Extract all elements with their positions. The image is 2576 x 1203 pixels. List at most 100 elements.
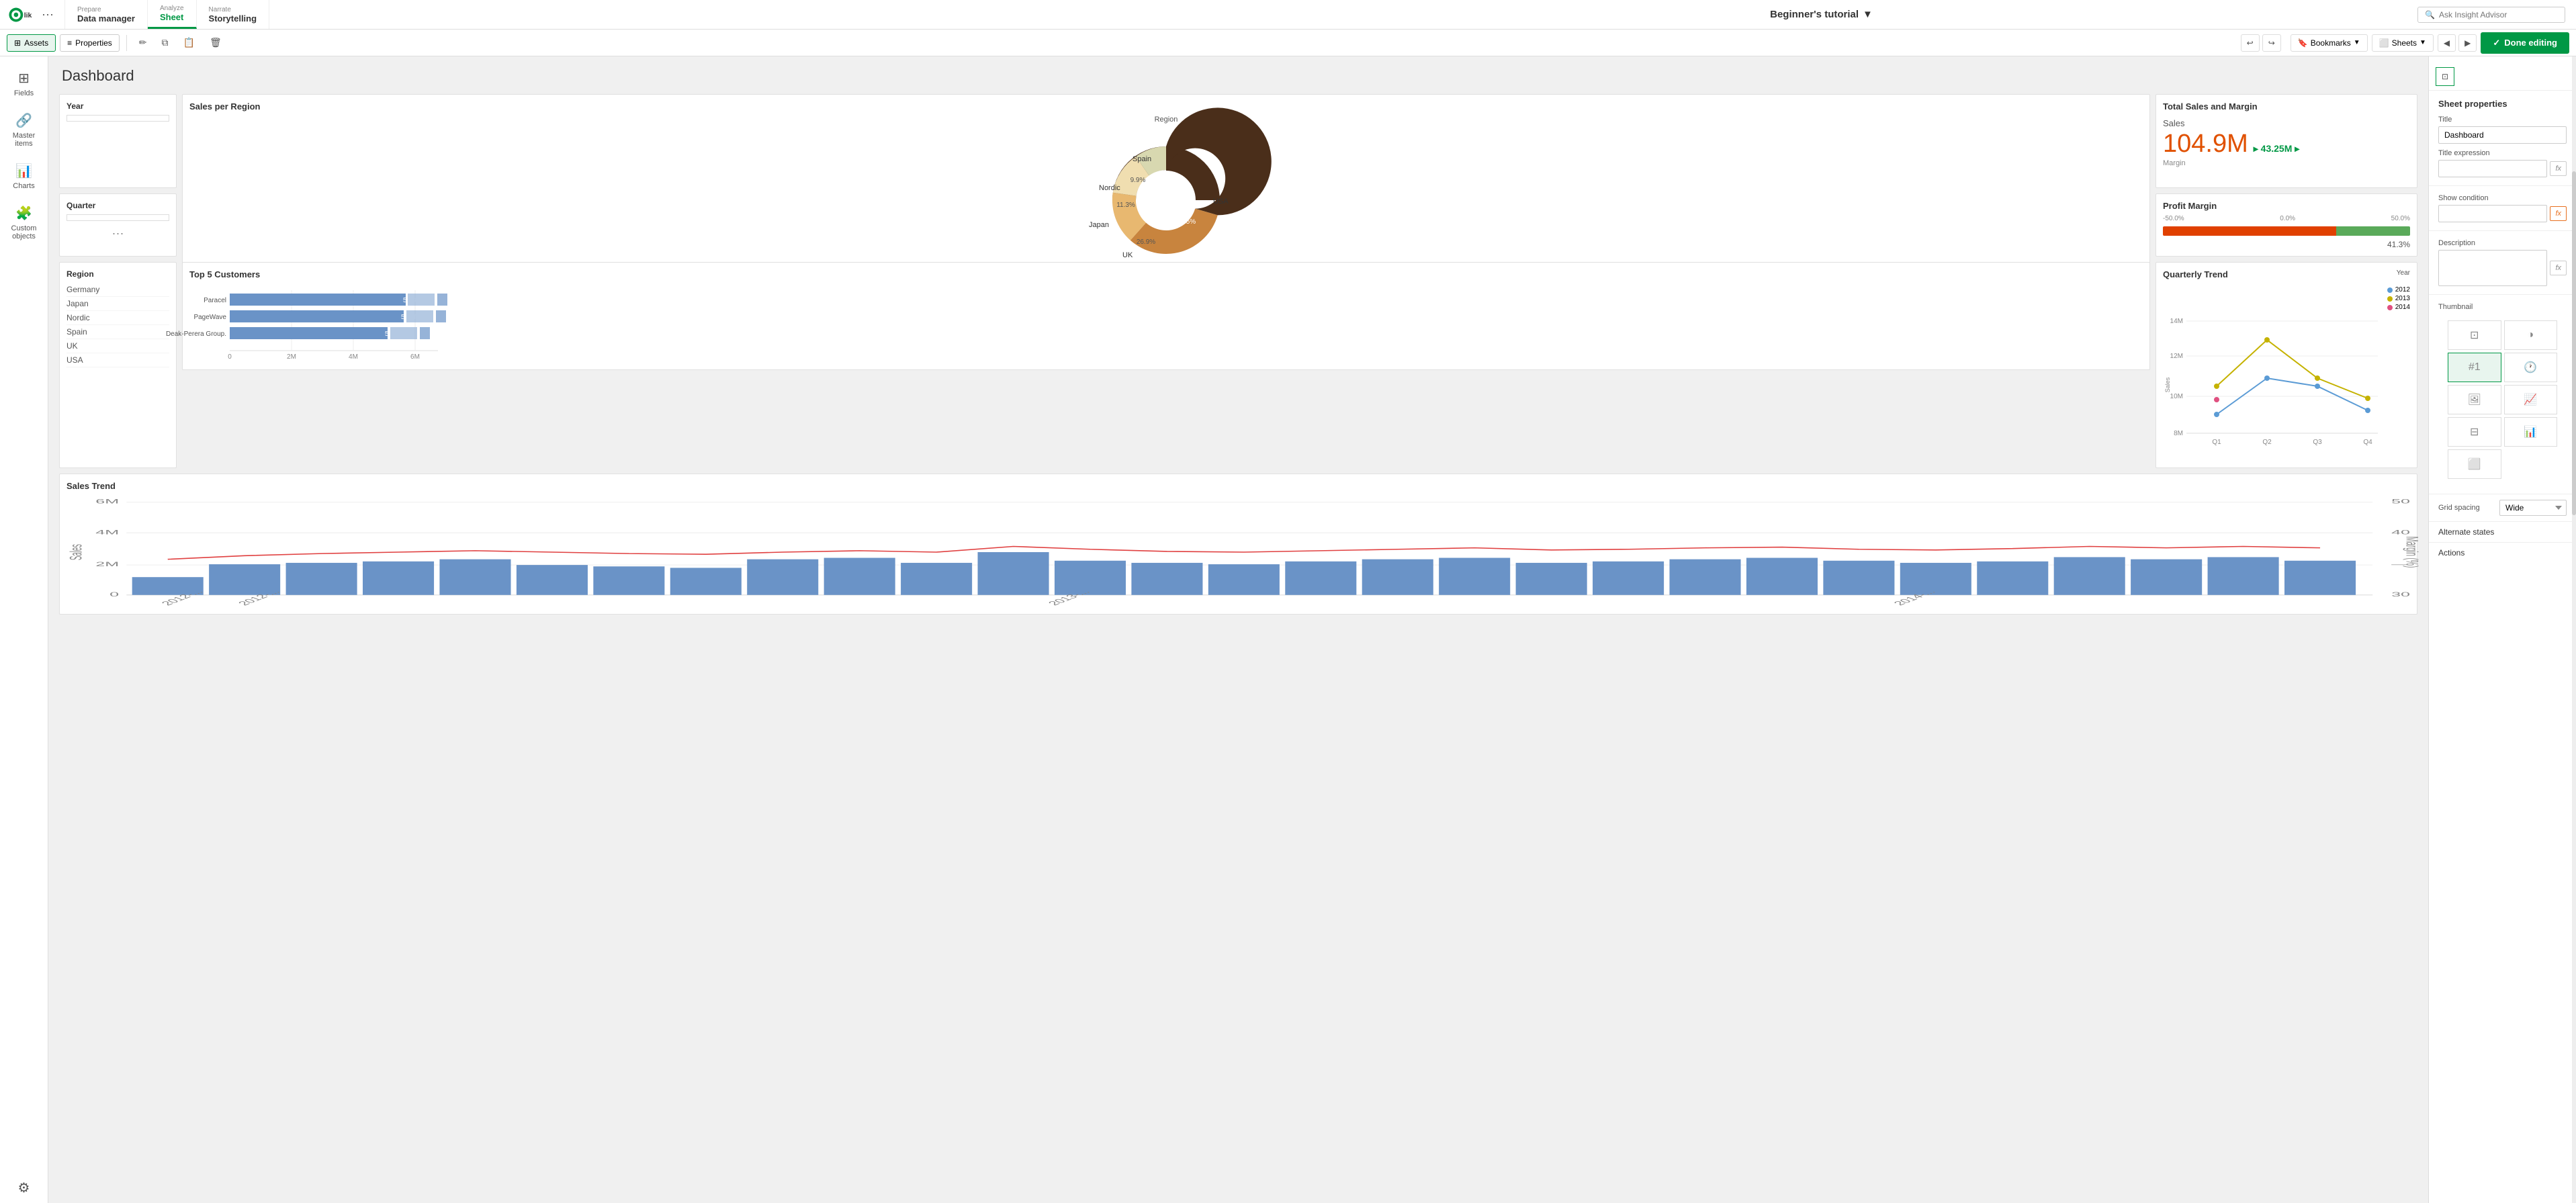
checkmark-icon: ✓	[2493, 38, 2500, 48]
dot-2012-q2	[2264, 375, 2270, 381]
thumb-placeholder[interactable]: ⬜	[2448, 449, 2501, 479]
copy-icon[interactable]: ⧉	[157, 34, 174, 52]
delete-icon[interactable]: 🗑	[204, 34, 227, 52]
thumb-number[interactable]: #1	[2448, 353, 2501, 382]
alt-states-section[interactable]: Alternate states	[2429, 522, 2576, 543]
thumb-pie[interactable]: ◑	[2504, 320, 2558, 350]
thumbnail-section: Thumbnail ⊡ ◑ #1 🕐 🖼 📈 ⊟ 📊 ⬜	[2429, 295, 2576, 494]
region-nordic[interactable]: Nordic	[66, 311, 169, 325]
bar-17	[1362, 560, 1433, 595]
sheets-icon: ⬜	[2379, 38, 2389, 48]
sidebar-item-master-items[interactable]: 🔗 Master items	[0, 105, 48, 154]
thumb-list[interactable]: ⊡	[2448, 320, 2501, 350]
thumb-image[interactable]: 🖼	[2448, 385, 2501, 414]
customer-pagewave: PageWave	[193, 314, 226, 321]
dot-2012-q1	[2214, 412, 2219, 417]
sidebar-layout-icon[interactable]: ⊡	[2436, 67, 2454, 86]
bar-26	[2054, 557, 2125, 594]
bar-23	[1823, 561, 1894, 595]
thumb-barchart[interactable]: 📊	[2504, 417, 2558, 447]
total-sales-title: Total Sales and Margin	[2163, 101, 2410, 112]
region-usa[interactable]: USA	[66, 353, 169, 367]
nav-logo[interactable]: lik ···	[0, 0, 65, 29]
title-expression-input[interactable]	[2438, 160, 2547, 177]
sidebar-item-charts[interactable]: 📊 Charts	[0, 156, 48, 197]
scrollbar-thumb[interactable]	[2572, 171, 2576, 515]
fields-icon: ⊞	[18, 70, 30, 87]
done-editing-button[interactable]: ✓ Done editing	[2481, 32, 2569, 54]
bookmarks-chevron: ▼	[2354, 39, 2360, 46]
assets-button[interactable]: ⊞ Assets	[7, 34, 56, 52]
bar-11	[901, 563, 972, 595]
next-sheet-button[interactable]: ▶	[2458, 34, 2477, 52]
bar-20	[1593, 562, 1664, 595]
thumb-table[interactable]: ⊟	[2448, 417, 2501, 447]
search-input[interactable]	[2439, 10, 2546, 19]
year-filter-input[interactable]	[66, 115, 169, 122]
usa-label: USA	[1213, 197, 1229, 206]
region-spain[interactable]: Spain	[66, 325, 169, 339]
quarter-filter-input[interactable]	[66, 214, 169, 221]
region-germany[interactable]: Germany	[66, 283, 169, 297]
total-sales-widget: Total Sales and Margin Sales 104.9M ▸ 43…	[2156, 94, 2417, 188]
bar-18	[1439, 558, 1510, 595]
title-input[interactable]	[2438, 126, 2567, 144]
sales-trend-title: Sales Trend	[66, 481, 2410, 491]
bar-16	[1285, 562, 1356, 595]
svg-text:Q3: Q3	[2313, 439, 2322, 446]
title-expression-fx-button[interactable]: fx	[2550, 161, 2567, 176]
prev-sheet-button[interactable]: ◀	[2438, 34, 2456, 52]
sales-region-title: Sales per Region	[189, 101, 2143, 112]
bar-7	[593, 566, 664, 595]
paste-icon[interactable]: 📋	[178, 34, 200, 52]
usa-value: 45.5%	[1177, 218, 1196, 226]
bookmarks-button[interactable]: 🔖 Bookmarks ▼	[2291, 34, 2368, 52]
grid-spacing-select[interactable]: Narrow Medium Wide	[2499, 500, 2567, 516]
app-title[interactable]: Beginner's tutorial ▼	[1770, 9, 1873, 20]
region-uk[interactable]: UK	[66, 339, 169, 353]
spain-label: Spain	[1132, 155, 1151, 163]
region-japan[interactable]: Japan	[66, 297, 169, 311]
quarterly-title: Quarterly Trend	[2163, 269, 2228, 279]
sheets-button[interactable]: ⬜ Sheets ▼	[2372, 34, 2434, 52]
legend-dot-2013	[2387, 296, 2393, 302]
thumb-clock[interactable]: 🕐	[2504, 353, 2558, 382]
description-input[interactable]	[2438, 250, 2547, 286]
thumbnail-label: Thumbnail	[2438, 303, 2567, 311]
tab-prepare[interactable]: Prepare Data manager	[65, 0, 148, 29]
sidebar-item-fields[interactable]: ⊞ Fields	[0, 63, 48, 104]
year-filter-widget: Year	[59, 94, 177, 188]
toolbar: ⊞ Assets ≡ Properties ✏ ⧉ 📋 🗑 ↩ ↪ 🔖 Book…	[0, 30, 2576, 56]
undo-button[interactable]: ↩	[2241, 34, 2260, 52]
top5-widget: Top 5 Customers 0 2M 4M 6M 5.69	[182, 262, 2150, 370]
show-condition-input[interactable]	[2438, 205, 2547, 222]
search-box[interactable]: 🔍	[2417, 7, 2565, 23]
sidebar-item-bottom[interactable]: ⚙	[0, 1173, 48, 1203]
svg-text:8M: 8M	[2174, 430, 2183, 437]
svg-text:4M: 4M	[95, 529, 119, 536]
bar-10	[824, 558, 895, 595]
bar-deak	[230, 327, 388, 339]
title-expression-row: fx	[2438, 160, 2567, 177]
tab-analyze[interactable]: Analyze Sheet	[148, 0, 197, 29]
japan-value: 11.3%	[1116, 202, 1135, 209]
show-condition-fx-button[interactable]: fx	[2550, 206, 2567, 221]
margin-arrow-end: ▸	[2295, 143, 2299, 154]
redo-button[interactable]: ↪	[2262, 34, 2281, 52]
pencil-icon[interactable]: ✏	[134, 34, 152, 52]
legend-dot-2012	[2387, 287, 2393, 293]
actions-section[interactable]: Actions	[2429, 543, 2576, 563]
svg-text:2M: 2M	[95, 561, 119, 568]
description-fx-button[interactable]: fx	[2550, 261, 2567, 275]
svg-text:Q4: Q4	[2363, 439, 2372, 446]
grid-spacing-label: Grid spacing	[2438, 504, 2480, 512]
tab-narrate[interactable]: Narrate Storytelling	[197, 0, 270, 29]
properties-button[interactable]: ≡ Properties	[60, 34, 120, 52]
dashboard-grid: Year Sales per Region Region	[59, 94, 2417, 615]
top-nav: lik ··· Prepare Data manager Analyze She…	[0, 0, 2576, 30]
sidebar-item-custom-objects[interactable]: 🧩 Custom objects	[0, 198, 48, 247]
nav-menu-dots[interactable]: ···	[39, 7, 56, 21]
japan-label: Japan	[1089, 221, 1109, 229]
thumb-linechart[interactable]: 📈	[2504, 385, 2558, 414]
svg-text:50: 50	[2391, 498, 2410, 506]
